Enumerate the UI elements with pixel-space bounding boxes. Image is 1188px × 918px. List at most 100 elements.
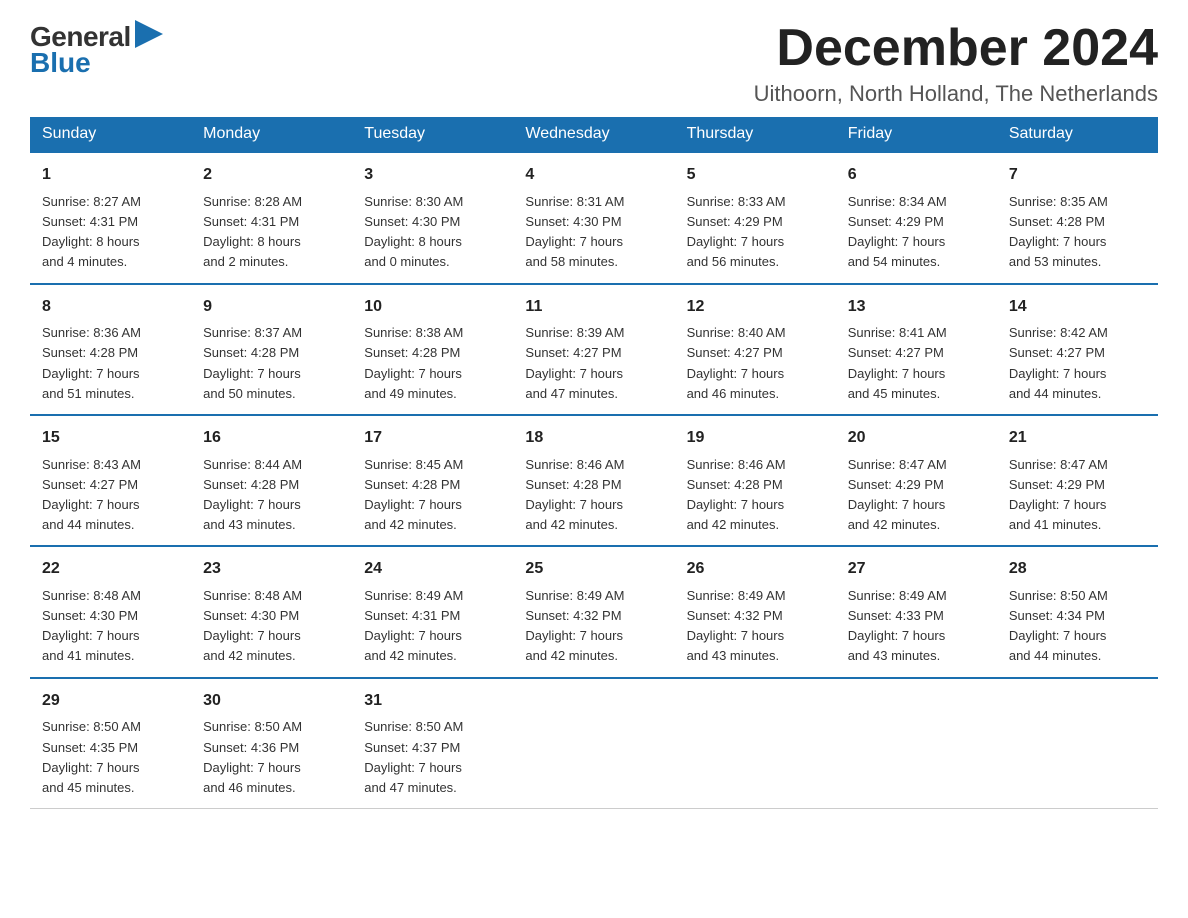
- title-area: December 2024 Uithoorn, North Holland, T…: [754, 20, 1158, 107]
- page-header: General Blue December 2024 Uithoorn, Nor…: [30, 20, 1158, 107]
- month-title: December 2024: [754, 20, 1158, 77]
- calendar-cell: 1 Sunrise: 8:27 AMSunset: 4:31 PMDayligh…: [30, 152, 191, 283]
- day-info: Sunrise: 8:47 AMSunset: 4:29 PMDaylight:…: [848, 457, 947, 532]
- calendar-cell: 17 Sunrise: 8:45 AMSunset: 4:28 PMDaylig…: [352, 415, 513, 546]
- day-info: Sunrise: 8:47 AMSunset: 4:29 PMDaylight:…: [1009, 457, 1108, 532]
- day-info: Sunrise: 8:49 AMSunset: 4:32 PMDaylight:…: [525, 588, 624, 663]
- logo-triangle-icon: [135, 20, 163, 48]
- day-number: 6: [848, 163, 985, 188]
- logo: General Blue: [30, 20, 163, 79]
- calendar-cell: 3 Sunrise: 8:30 AMSunset: 4:30 PMDayligh…: [352, 152, 513, 283]
- calendar-cell: 20 Sunrise: 8:47 AMSunset: 4:29 PMDaylig…: [836, 415, 997, 546]
- day-info: Sunrise: 8:49 AMSunset: 4:31 PMDaylight:…: [364, 588, 463, 663]
- day-number: 7: [1009, 163, 1146, 188]
- day-info: Sunrise: 8:30 AMSunset: 4:30 PMDaylight:…: [364, 194, 463, 269]
- day-number: 9: [203, 295, 340, 320]
- day-number: 22: [42, 557, 179, 582]
- day-number: 16: [203, 426, 340, 451]
- calendar-cell: [675, 678, 836, 809]
- calendar-cell: 9 Sunrise: 8:37 AMSunset: 4:28 PMDayligh…: [191, 284, 352, 415]
- day-number: 19: [687, 426, 824, 451]
- day-info: Sunrise: 8:48 AMSunset: 4:30 PMDaylight:…: [42, 588, 141, 663]
- day-info: Sunrise: 8:41 AMSunset: 4:27 PMDaylight:…: [848, 325, 947, 400]
- calendar-week-row: 29 Sunrise: 8:50 AMSunset: 4:35 PMDaylig…: [30, 678, 1158, 809]
- day-info: Sunrise: 8:36 AMSunset: 4:28 PMDaylight:…: [42, 325, 141, 400]
- day-number: 17: [364, 426, 501, 451]
- day-info: Sunrise: 8:34 AMSunset: 4:29 PMDaylight:…: [848, 194, 947, 269]
- calendar-cell: 25 Sunrise: 8:49 AMSunset: 4:32 PMDaylig…: [513, 546, 674, 677]
- calendar-cell: 31 Sunrise: 8:50 AMSunset: 4:37 PMDaylig…: [352, 678, 513, 809]
- calendar-cell: 28 Sunrise: 8:50 AMSunset: 4:34 PMDaylig…: [997, 546, 1158, 677]
- day-info: Sunrise: 8:50 AMSunset: 4:35 PMDaylight:…: [42, 719, 141, 794]
- calendar-cell: 30 Sunrise: 8:50 AMSunset: 4:36 PMDaylig…: [191, 678, 352, 809]
- logo-blue-text: Blue: [30, 47, 91, 79]
- calendar-cell: 16 Sunrise: 8:44 AMSunset: 4:28 PMDaylig…: [191, 415, 352, 546]
- col-thursday: Thursday: [675, 117, 836, 152]
- day-number: 26: [687, 557, 824, 582]
- calendar-cell: 2 Sunrise: 8:28 AMSunset: 4:31 PMDayligh…: [191, 152, 352, 283]
- day-number: 5: [687, 163, 824, 188]
- calendar-week-row: 15 Sunrise: 8:43 AMSunset: 4:27 PMDaylig…: [30, 415, 1158, 546]
- day-info: Sunrise: 8:48 AMSunset: 4:30 PMDaylight:…: [203, 588, 302, 663]
- calendar-cell: 18 Sunrise: 8:46 AMSunset: 4:28 PMDaylig…: [513, 415, 674, 546]
- calendar-cell: 5 Sunrise: 8:33 AMSunset: 4:29 PMDayligh…: [675, 152, 836, 283]
- calendar-cell: 23 Sunrise: 8:48 AMSunset: 4:30 PMDaylig…: [191, 546, 352, 677]
- day-number: 8: [42, 295, 179, 320]
- day-number: 24: [364, 557, 501, 582]
- calendar-cell: 13 Sunrise: 8:41 AMSunset: 4:27 PMDaylig…: [836, 284, 997, 415]
- day-info: Sunrise: 8:31 AMSunset: 4:30 PMDaylight:…: [525, 194, 624, 269]
- day-info: Sunrise: 8:45 AMSunset: 4:28 PMDaylight:…: [364, 457, 463, 532]
- calendar-cell: 29 Sunrise: 8:50 AMSunset: 4:35 PMDaylig…: [30, 678, 191, 809]
- calendar-cell: 8 Sunrise: 8:36 AMSunset: 4:28 PMDayligh…: [30, 284, 191, 415]
- calendar-cell: 15 Sunrise: 8:43 AMSunset: 4:27 PMDaylig…: [30, 415, 191, 546]
- calendar-cell: 12 Sunrise: 8:40 AMSunset: 4:27 PMDaylig…: [675, 284, 836, 415]
- col-wednesday: Wednesday: [513, 117, 674, 152]
- calendar-cell: [513, 678, 674, 809]
- calendar-body: 1 Sunrise: 8:27 AMSunset: 4:31 PMDayligh…: [30, 152, 1158, 808]
- day-info: Sunrise: 8:33 AMSunset: 4:29 PMDaylight:…: [687, 194, 786, 269]
- day-number: 21: [1009, 426, 1146, 451]
- col-saturday: Saturday: [997, 117, 1158, 152]
- col-monday: Monday: [191, 117, 352, 152]
- day-number: 15: [42, 426, 179, 451]
- day-number: 20: [848, 426, 985, 451]
- day-number: 23: [203, 557, 340, 582]
- day-info: Sunrise: 8:38 AMSunset: 4:28 PMDaylight:…: [364, 325, 463, 400]
- calendar-week-row: 8 Sunrise: 8:36 AMSunset: 4:28 PMDayligh…: [30, 284, 1158, 415]
- day-info: Sunrise: 8:43 AMSunset: 4:27 PMDaylight:…: [42, 457, 141, 532]
- day-info: Sunrise: 8:50 AMSunset: 4:37 PMDaylight:…: [364, 719, 463, 794]
- day-info: Sunrise: 8:37 AMSunset: 4:28 PMDaylight:…: [203, 325, 302, 400]
- location-subtitle: Uithoorn, North Holland, The Netherlands: [754, 81, 1158, 107]
- calendar-table: Sunday Monday Tuesday Wednesday Thursday…: [30, 117, 1158, 809]
- calendar-cell: 22 Sunrise: 8:48 AMSunset: 4:30 PMDaylig…: [30, 546, 191, 677]
- day-number: 4: [525, 163, 662, 188]
- day-info: Sunrise: 8:46 AMSunset: 4:28 PMDaylight:…: [525, 457, 624, 532]
- calendar-cell: 26 Sunrise: 8:49 AMSunset: 4:32 PMDaylig…: [675, 546, 836, 677]
- day-info: Sunrise: 8:42 AMSunset: 4:27 PMDaylight:…: [1009, 325, 1108, 400]
- calendar-cell: 24 Sunrise: 8:49 AMSunset: 4:31 PMDaylig…: [352, 546, 513, 677]
- day-number: 2: [203, 163, 340, 188]
- day-number: 25: [525, 557, 662, 582]
- day-number: 1: [42, 163, 179, 188]
- calendar-cell: 10 Sunrise: 8:38 AMSunset: 4:28 PMDaylig…: [352, 284, 513, 415]
- col-friday: Friday: [836, 117, 997, 152]
- day-info: Sunrise: 8:40 AMSunset: 4:27 PMDaylight:…: [687, 325, 786, 400]
- col-tuesday: Tuesday: [352, 117, 513, 152]
- day-number: 10: [364, 295, 501, 320]
- day-number: 28: [1009, 557, 1146, 582]
- col-sunday: Sunday: [30, 117, 191, 152]
- day-number: 3: [364, 163, 501, 188]
- day-info: Sunrise: 8:44 AMSunset: 4:28 PMDaylight:…: [203, 457, 302, 532]
- day-number: 29: [42, 689, 179, 714]
- calendar-cell: [836, 678, 997, 809]
- day-info: Sunrise: 8:49 AMSunset: 4:32 PMDaylight:…: [687, 588, 786, 663]
- day-number: 14: [1009, 295, 1146, 320]
- day-info: Sunrise: 8:28 AMSunset: 4:31 PMDaylight:…: [203, 194, 302, 269]
- calendar-cell: 14 Sunrise: 8:42 AMSunset: 4:27 PMDaylig…: [997, 284, 1158, 415]
- day-number: 30: [203, 689, 340, 714]
- calendar-cell: [997, 678, 1158, 809]
- day-info: Sunrise: 8:50 AMSunset: 4:36 PMDaylight:…: [203, 719, 302, 794]
- day-number: 13: [848, 295, 985, 320]
- calendar-week-row: 22 Sunrise: 8:48 AMSunset: 4:30 PMDaylig…: [30, 546, 1158, 677]
- day-number: 18: [525, 426, 662, 451]
